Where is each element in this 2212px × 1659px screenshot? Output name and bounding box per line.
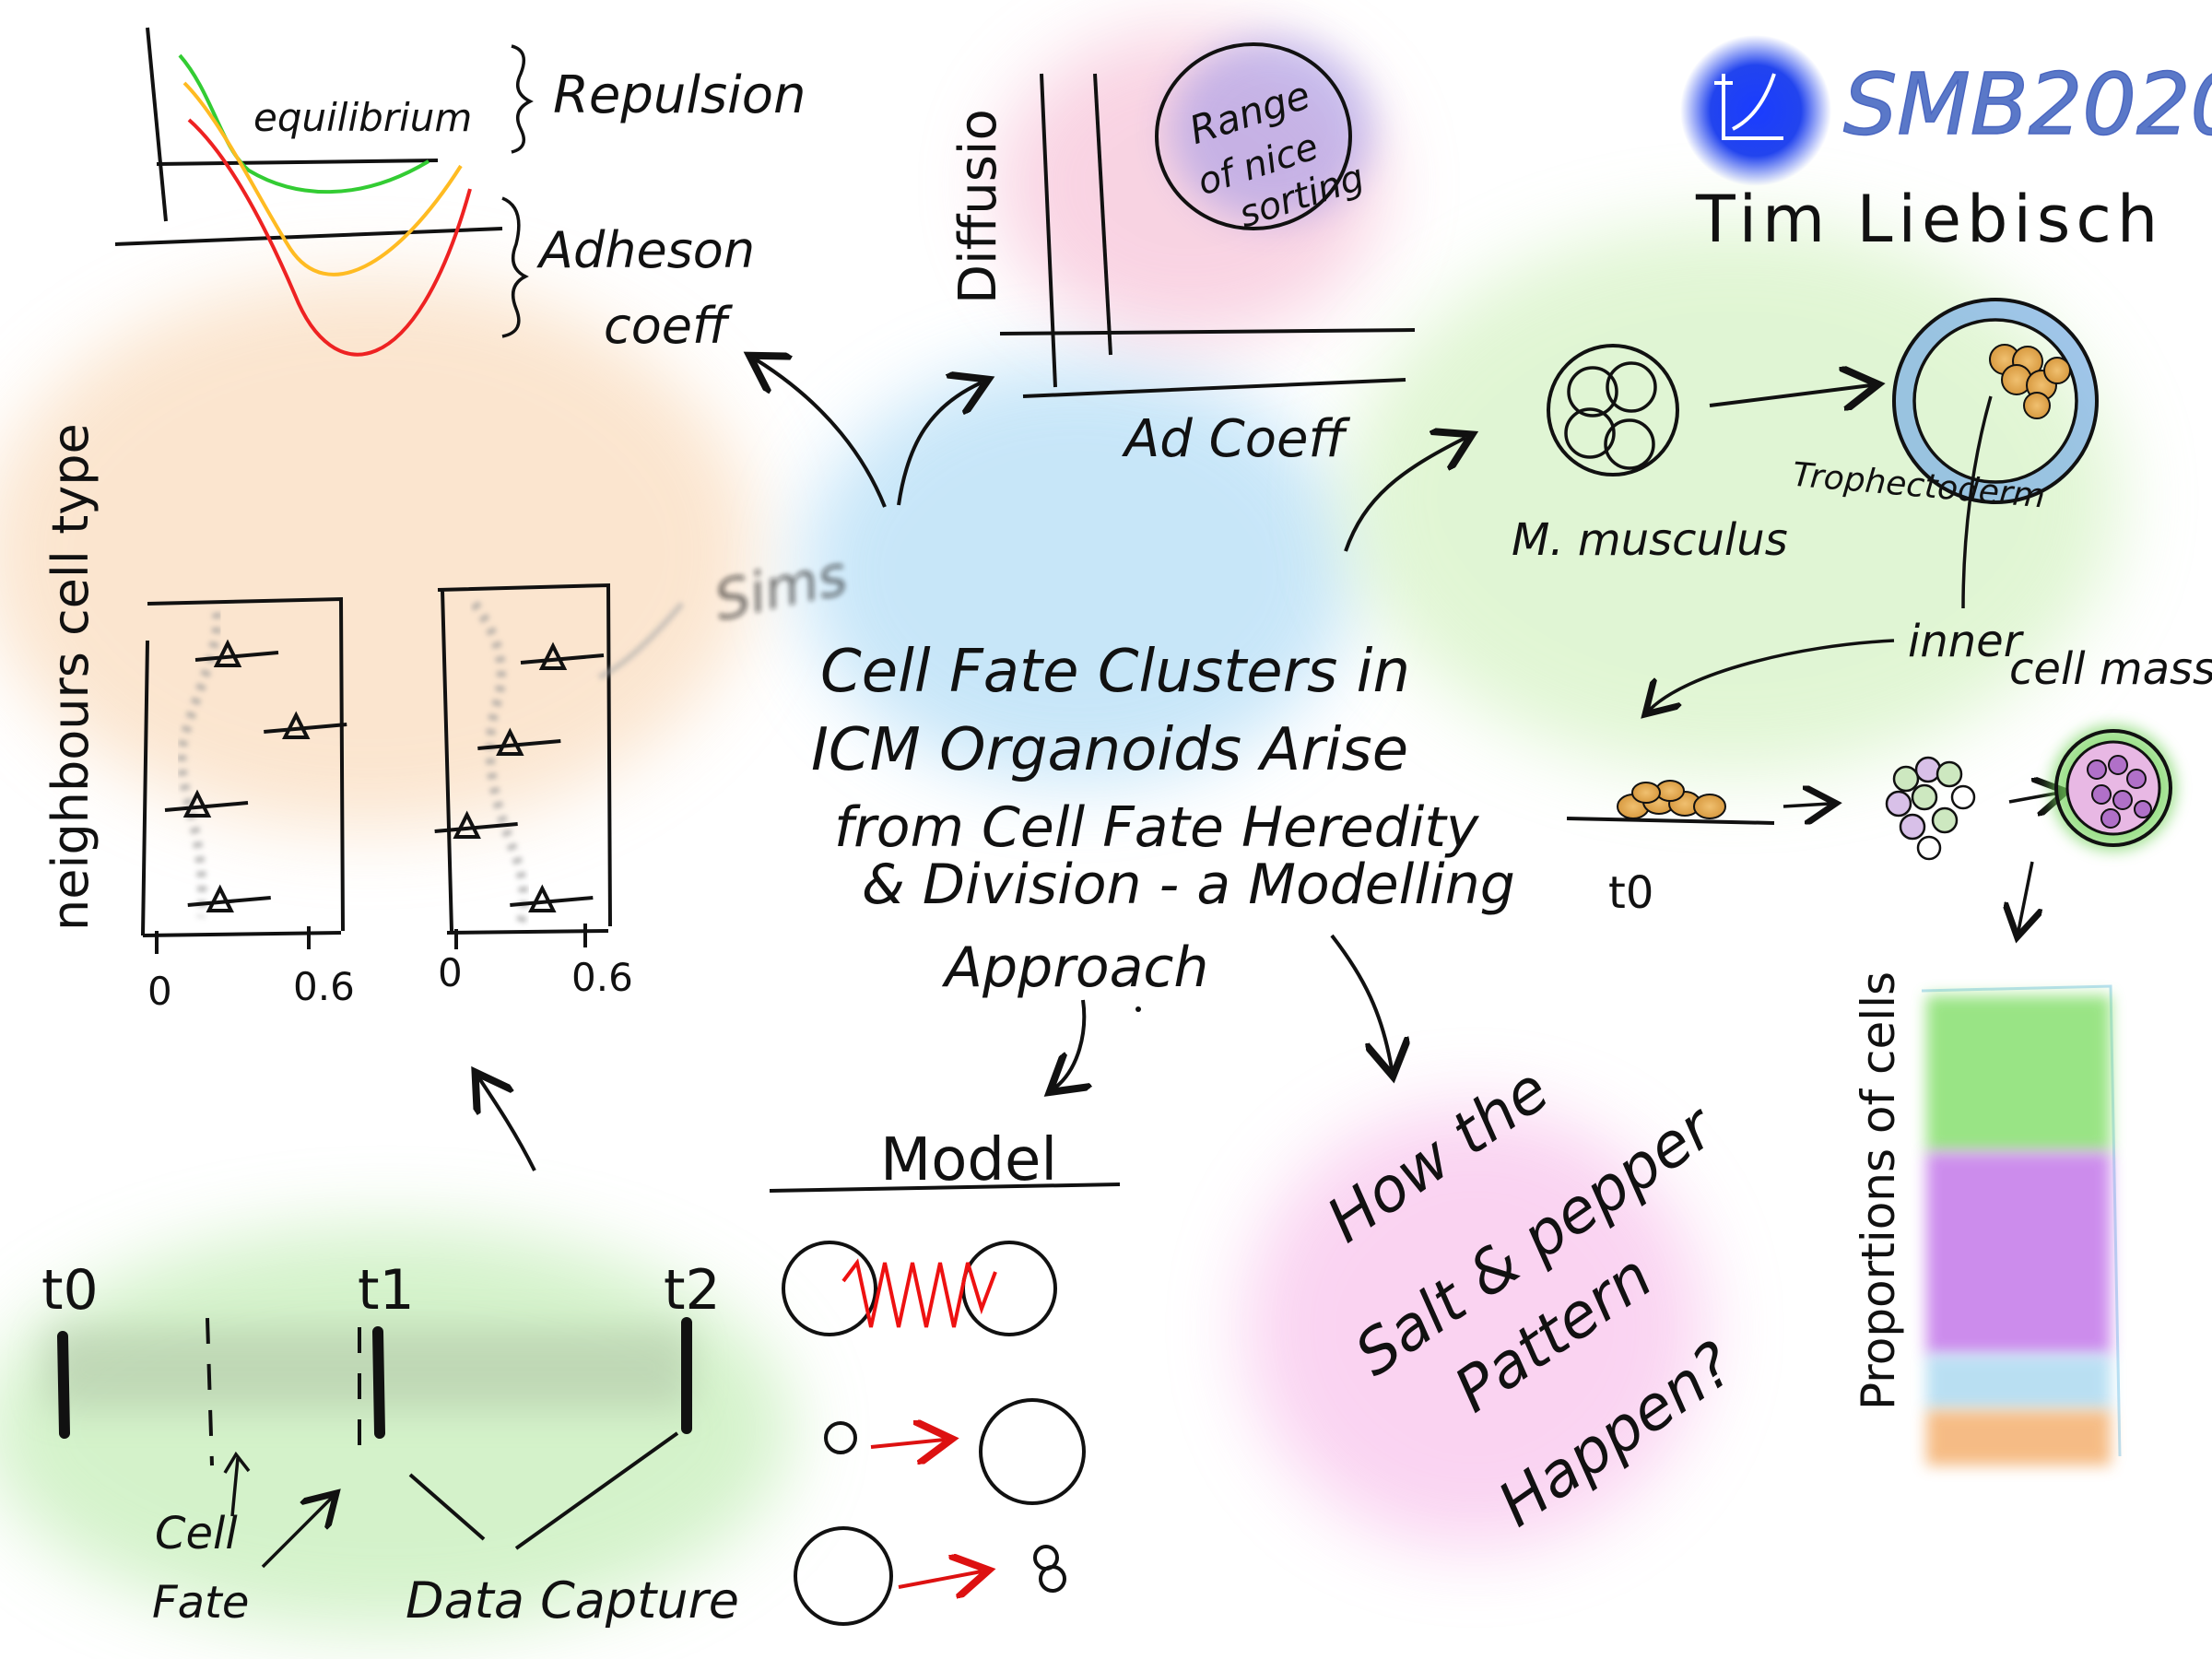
speaker-name: Tim Liebisch xyxy=(1695,182,2163,257)
proportions-label: Proportions of cells xyxy=(1852,971,1905,1410)
cell-fate-line2: Fate xyxy=(152,1577,249,1629)
grown-cell xyxy=(979,1398,1086,1505)
panel2-tick-max: 0.6 xyxy=(571,955,633,1000)
timeline-t0: t0 xyxy=(41,1258,99,1323)
adhesion-label-line1: Adheson xyxy=(536,221,755,279)
header: SMB2020 Tim Liebisch xyxy=(1680,35,2212,257)
icm-label-line2: cell mass xyxy=(2009,643,2212,695)
proportion-green xyxy=(1926,995,2111,1152)
sketchnote-canvas: SMB2020 Tim Liebisch equilibrium Repulsi… xyxy=(0,27,2212,1631)
equilibrium-label: equilibrium xyxy=(253,95,472,140)
species-label: M. musculus xyxy=(1512,514,1788,566)
panel1-marker-3 xyxy=(206,884,234,912)
phase-y-label: Diffusio xyxy=(948,109,1008,304)
title-line-5: Approach xyxy=(941,935,1208,1000)
neighbours-y-label: neighbours cell type xyxy=(41,423,100,931)
timeline-t2: t2 xyxy=(664,1258,721,1323)
proportion-purple xyxy=(1926,1152,2111,1355)
panel1-tick-min: 0 xyxy=(147,969,172,1014)
title-line-2: ICM Organoids Arise xyxy=(811,716,1408,784)
title-line-3: from Cell Fate Heredity xyxy=(834,795,1480,860)
adhesion-label-line2: coeff xyxy=(604,297,733,355)
data-capture-label: Data Capture xyxy=(406,1571,739,1630)
cell-fate-line1: Cell xyxy=(155,1508,238,1559)
model-section: Model xyxy=(769,1126,1121,1626)
panel2-marker-3 xyxy=(528,884,557,912)
dividing-parent-cell xyxy=(794,1526,893,1626)
daughter-cell-bottom xyxy=(1039,1565,1066,1593)
conference-title: SMB2020 xyxy=(1843,55,2212,154)
t0-label: t0 xyxy=(1608,867,1653,919)
icm-label-line1: inner xyxy=(1908,616,2025,667)
t0-cells xyxy=(1617,780,1726,819)
repulsion-brace xyxy=(511,44,534,154)
small-cell xyxy=(824,1421,857,1454)
title-line-4: & Division - a Modelling xyxy=(862,853,1515,917)
proportion-blue xyxy=(1926,1355,2111,1410)
title-line-1: Cell Fate Clusters in xyxy=(820,638,1410,706)
dividing-cells xyxy=(1885,756,1976,861)
timeline-t1: t1 xyxy=(358,1258,415,1323)
proportions-chart: Proportions of cells xyxy=(1852,971,2122,1465)
repulsion-label: Repulsion xyxy=(553,65,806,125)
panel1-tick-max: 0.6 xyxy=(293,964,355,1009)
proportion-orange xyxy=(1926,1410,2111,1465)
phase-x-label: Ad Coeff xyxy=(1122,409,1350,469)
panel2-tick-min: 0 xyxy=(438,950,463,995)
